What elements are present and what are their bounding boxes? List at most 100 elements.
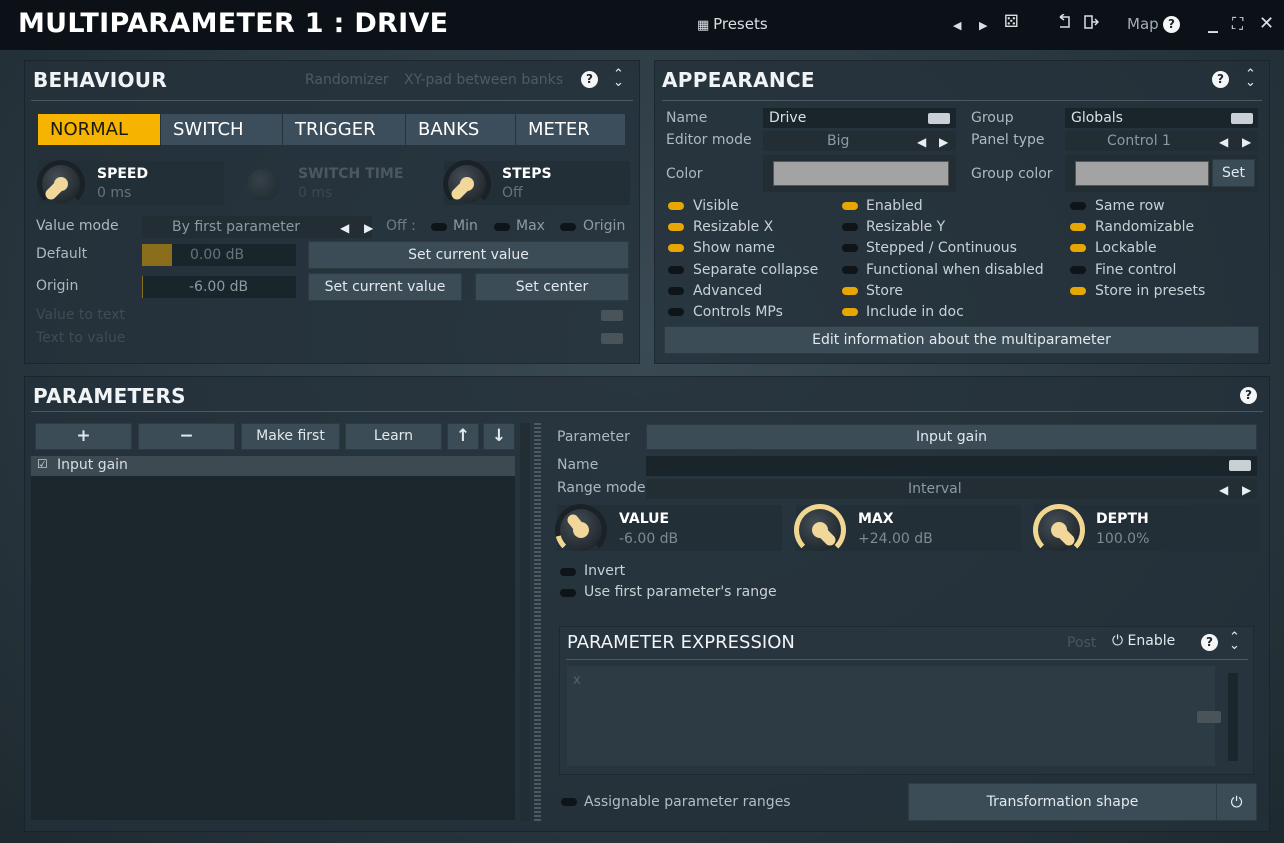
- mode-meter[interactable]: METER: [516, 114, 625, 145]
- param-name-field[interactable]: [646, 456, 1257, 476]
- advanced-led[interactable]: [668, 287, 684, 295]
- expression-editor[interactable]: [567, 666, 1215, 766]
- steps-label: STEPS: [502, 166, 552, 182]
- randomizer-label[interactable]: Randomizer: [305, 72, 389, 88]
- panel-type-prev-icon[interactable]: ◀: [1219, 135, 1228, 149]
- param-name-keyboard-icon[interactable]: [1229, 460, 1251, 471]
- functional-disabled-led[interactable]: [842, 266, 858, 274]
- enable-toggle[interactable]: ⏻ Enable: [1112, 633, 1175, 649]
- switch-time-knob[interactable]: [247, 169, 279, 201]
- map-button[interactable]: Map: [1127, 15, 1159, 33]
- close-button[interactable]: ✕: [1259, 13, 1274, 34]
- resizable-y-led[interactable]: [842, 223, 858, 231]
- range-mode-prev-icon[interactable]: ◀: [1219, 483, 1228, 497]
- collapse-chevron-icon[interactable]: ⌃ ⌄: [613, 68, 624, 89]
- default-value-fill: [142, 244, 172, 266]
- visible-led[interactable]: [668, 202, 684, 210]
- store-in-presets-led[interactable]: [1070, 287, 1086, 295]
- resizable-x-led[interactable]: [668, 223, 684, 231]
- separate-collapse-led[interactable]: [668, 266, 684, 274]
- enabled-led[interactable]: [842, 202, 858, 210]
- dice-icon[interactable]: ⚄: [1004, 12, 1019, 32]
- include-in-doc-led[interactable]: [842, 308, 858, 316]
- edit-info-button[interactable]: Edit information about the multiparamete…: [664, 326, 1259, 354]
- randomizable-led[interactable]: [1070, 223, 1086, 231]
- list-scrollbar[interactable]: [520, 423, 530, 821]
- checkbox-icon[interactable]: ☑: [37, 457, 48, 471]
- parameters-help-icon[interactable]: ?: [1240, 387, 1257, 404]
- assignable-ranges-led[interactable]: [561, 798, 577, 806]
- panel-type-next-icon[interactable]: ▶: [1242, 135, 1251, 149]
- expression-scrollbar[interactable]: [1228, 673, 1238, 761]
- steps-knob-pointer: [451, 177, 474, 200]
- origin-value-field[interactable]: -6.00 dB: [142, 276, 296, 298]
- min-led[interactable]: [431, 223, 447, 231]
- move-up-button[interactable]: ↑: [447, 423, 479, 450]
- origin-set-current-value-button[interactable]: Set current value: [308, 273, 462, 301]
- expression-collapse-icon[interactable]: ⌃ ⌄: [1229, 631, 1240, 652]
- mode-banks[interactable]: BANKS: [406, 114, 515, 145]
- behaviour-help-icon[interactable]: ?: [581, 71, 598, 88]
- invert-led[interactable]: [560, 568, 576, 576]
- list-item[interactable]: ☑ Input gain: [31, 456, 515, 476]
- fullscreen-icon[interactable]: ⛶: [1232, 14, 1243, 34]
- mode-trigger[interactable]: TRIGGER: [283, 114, 405, 145]
- max-led[interactable]: [494, 223, 510, 231]
- stepped-label: Stepped / Continuous: [866, 240, 1017, 256]
- same-row-led[interactable]: [1070, 202, 1086, 210]
- range-mode-select[interactable]: Interval: [646, 479, 1257, 499]
- editor-mode-next-icon[interactable]: ▶: [939, 135, 948, 149]
- parameter-select-button[interactable]: Input gain: [646, 424, 1257, 450]
- mode-normal[interactable]: NORMAL: [38, 114, 160, 145]
- show-name-led[interactable]: [668, 244, 684, 252]
- splitter-handle[interactable]: [534, 423, 541, 821]
- learn-button[interactable]: Learn: [345, 423, 442, 450]
- make-first-button[interactable]: Make first: [241, 423, 340, 450]
- appearance-help-icon[interactable]: ?: [1212, 71, 1229, 88]
- panel-type-select[interactable]: Control 1: [1065, 131, 1258, 151]
- move-down-button[interactable]: ↓: [483, 423, 515, 450]
- minimize-button[interactable]: _: [1208, 9, 1218, 33]
- editor-mode-select[interactable]: Big: [763, 131, 956, 151]
- keyboard-icon[interactable]: [928, 113, 950, 124]
- undo-button[interactable]: [1057, 13, 1073, 34]
- stepped-led[interactable]: [842, 244, 858, 252]
- controls-mps-label: Controls MPs: [693, 304, 783, 320]
- power-icon[interactable]: ⏻: [1216, 784, 1256, 820]
- color-swatch[interactable]: [773, 161, 949, 186]
- set-center-button[interactable]: Set center: [475, 273, 629, 301]
- group-color-swatch[interactable]: [1075, 161, 1209, 186]
- appearance-collapse-icon[interactable]: ⌃ ⌄: [1245, 68, 1256, 89]
- controls-mps-led[interactable]: [668, 308, 684, 316]
- value-mode-select[interactable]: By first parameter: [142, 216, 372, 238]
- set-current-value-button[interactable]: Set current value: [308, 241, 629, 269]
- group-field[interactable]: Globals: [1065, 108, 1258, 128]
- origin-led[interactable]: [560, 223, 576, 231]
- editor-mode-prev-icon[interactable]: ◀: [917, 135, 926, 149]
- transformation-shape-button[interactable]: Transformation shape: [908, 783, 1257, 821]
- expression-keyboard-icon[interactable]: [1197, 711, 1221, 723]
- set-group-color-button[interactable]: Set: [1212, 159, 1255, 187]
- store-led[interactable]: [842, 287, 858, 295]
- value-to-text-keyboard-icon[interactable]: [601, 310, 623, 321]
- fine-control-led[interactable]: [1070, 266, 1086, 274]
- expression-help-icon[interactable]: ?: [1201, 634, 1218, 651]
- add-parameter-button[interactable]: +: [35, 423, 132, 450]
- redo-button[interactable]: [1083, 14, 1100, 34]
- lockable-led[interactable]: [1070, 244, 1086, 252]
- prev-preset-button[interactable]: ◀: [953, 19, 961, 32]
- presets-button[interactable]: ▦ Presets: [697, 15, 768, 33]
- help-icon[interactable]: ?: [1163, 16, 1180, 33]
- value-mode-next-icon[interactable]: ▶: [364, 221, 373, 235]
- next-preset-button[interactable]: ▶: [979, 19, 987, 32]
- use-first-range-led[interactable]: [560, 589, 576, 597]
- text-to-value-keyboard-icon[interactable]: [601, 333, 623, 344]
- value-mode-prev-icon[interactable]: ◀: [340, 221, 349, 235]
- remove-parameter-button[interactable]: −: [138, 423, 235, 450]
- post-label[interactable]: Post: [1067, 635, 1096, 651]
- range-mode-next-icon[interactable]: ▶: [1242, 483, 1251, 497]
- xy-pad-label[interactable]: XY-pad between banks: [404, 72, 563, 88]
- mode-switch[interactable]: SWITCH: [161, 114, 282, 145]
- group-keyboard-icon[interactable]: [1231, 113, 1253, 124]
- parameters-title: PARAMETERS: [33, 384, 186, 408]
